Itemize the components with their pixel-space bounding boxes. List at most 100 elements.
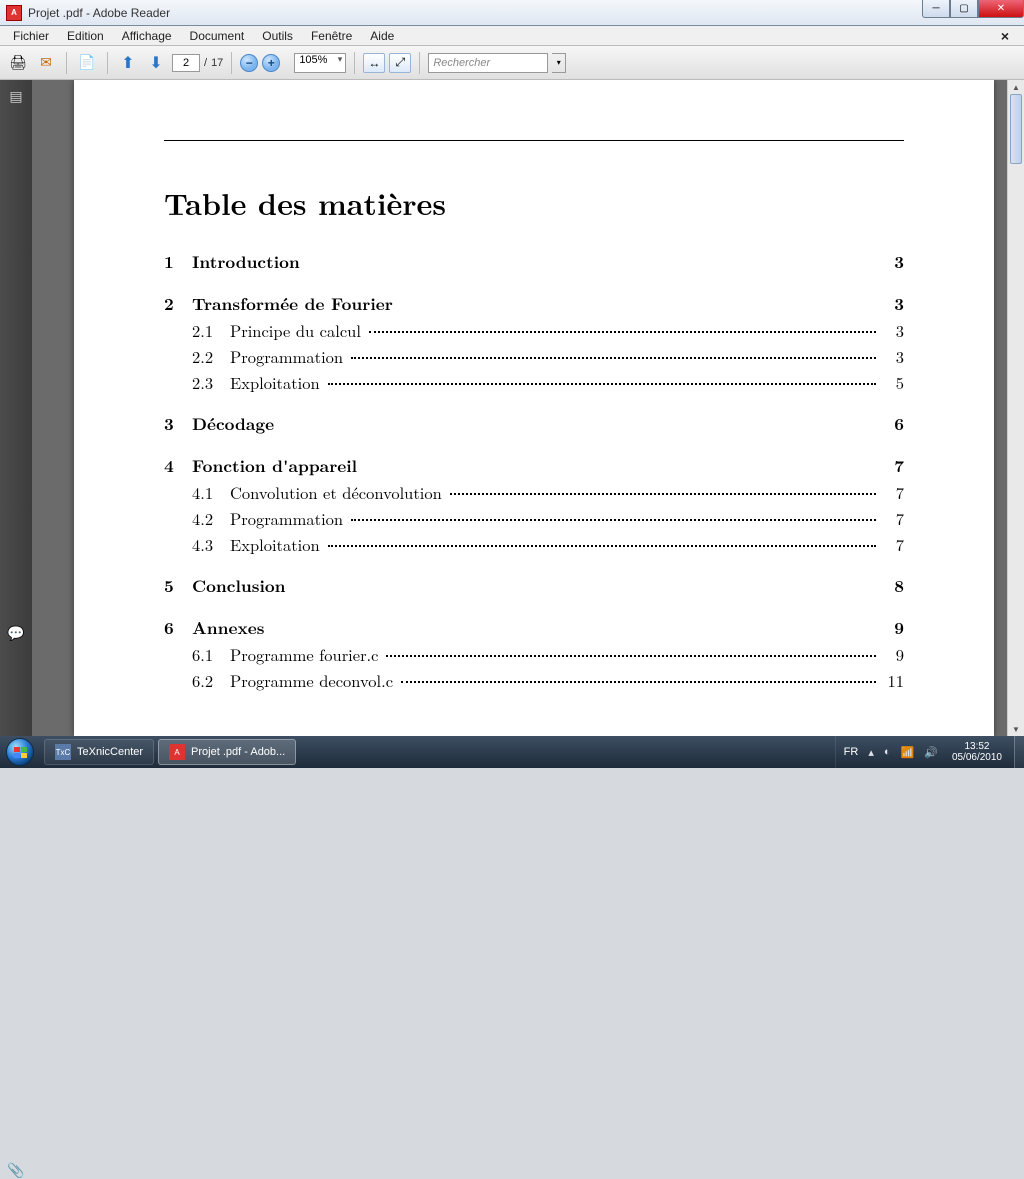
toc-leader-dots xyxy=(328,383,876,385)
vertical-scrollbar[interactable]: ▲ ▼ xyxy=(1007,80,1024,736)
toc-section[interactable]: 3Décodage6 xyxy=(164,412,904,436)
adobe-reader-icon: A xyxy=(169,744,185,760)
toc-leader-dots xyxy=(369,331,876,333)
toc-subsection[interactable]: 4.3Exploitation7 xyxy=(164,532,904,556)
toc-section[interactable]: 5Conclusion 8 xyxy=(164,574,904,598)
toolbar-separator xyxy=(66,52,67,74)
document-viewport[interactable]: Table des matières 1Introduction32Transf… xyxy=(32,80,1024,736)
taskbar-clock[interactable]: 13:52 05/06/2010 xyxy=(948,741,1006,763)
toc-subsection-number: 6.2 xyxy=(192,668,230,692)
system-tray: FR ▴ ◐ 📶 🔊 13:52 05/06/2010 xyxy=(835,736,1014,768)
page-total-label: 17 xyxy=(211,57,223,69)
toc-subsection[interactable]: 4.2Programmation7 xyxy=(164,506,904,530)
window-maximize-button[interactable]: ▢ xyxy=(950,0,978,18)
scroll-thumb[interactable] xyxy=(1010,94,1022,164)
toc-section-page: 3 xyxy=(894,250,904,274)
toc-subsection-label: Exploitation xyxy=(230,370,324,394)
scroll-up-button[interactable]: ▲ xyxy=(1008,80,1024,94)
print-button[interactable] xyxy=(6,51,30,75)
email-button[interactable] xyxy=(34,51,58,75)
window-minimize-button[interactable]: ─ xyxy=(922,0,950,18)
windows-taskbar: TxC TeXnicCenter A Projet .pdf - Adob...… xyxy=(0,736,1024,768)
search-dropdown-button[interactable]: ▾ xyxy=(552,53,566,73)
zoom-select[interactable]: 105% xyxy=(294,53,346,73)
toc-subsection[interactable]: 2.3Exploitation5 xyxy=(164,370,904,394)
task-adobe-reader[interactable]: A Projet .pdf - Adob... xyxy=(158,739,296,765)
toolbar-separator xyxy=(231,52,232,74)
zoom-in-button[interactable]: + xyxy=(262,54,280,72)
toc-subsection-page: 9 xyxy=(880,642,904,666)
open-button[interactable] xyxy=(75,51,99,75)
language-indicator[interactable]: FR xyxy=(844,746,859,758)
nav-pane: ▤ 💬 📎 xyxy=(0,80,32,736)
search-input[interactable]: Rechercher xyxy=(428,53,548,73)
toc-section-label: Fonction d'appareil xyxy=(192,454,357,478)
window-close-button[interactable]: ✕ xyxy=(978,0,1024,18)
toc-subsection[interactable]: 6.1Programme fourier.c9 xyxy=(164,642,904,666)
fit-width-icon xyxy=(368,56,380,70)
toc-section[interactable]: 1Introduction3 xyxy=(164,250,904,274)
toc-subsection-label: Programmation xyxy=(230,506,347,530)
toc-section-number: 6 xyxy=(164,616,192,640)
toc-subsection-page: 3 xyxy=(880,318,904,342)
toc-section-number: 5 xyxy=(164,574,192,598)
start-button[interactable] xyxy=(0,736,40,768)
toc-subsection[interactable]: 2.1Principe du calcul3 xyxy=(164,318,904,342)
toc-section-label: Annexes xyxy=(192,616,264,640)
menu-aide[interactable]: Aide xyxy=(361,27,403,45)
toc-section-page: 3 xyxy=(894,292,904,316)
menu-outils[interactable]: Outils xyxy=(253,27,302,45)
toc-leader-dots xyxy=(328,545,876,547)
toc-section[interactable]: 4Fonction d'appareil7 xyxy=(164,454,904,478)
page-separator-label: / xyxy=(204,57,207,69)
prev-page-button[interactable]: ⬆ xyxy=(116,51,140,75)
show-desktop-button[interactable] xyxy=(1014,736,1024,768)
toc-section-page: 8 xyxy=(894,574,904,598)
toolbar: ⬆ ⬇ / 17 − + 105% Rechercher ▾ xyxy=(0,46,1024,80)
toc-section-page: 7 xyxy=(894,454,904,478)
menu-bar: Fichier Edition Affichage Document Outil… xyxy=(0,26,1024,46)
toc-subsection-page: 11 xyxy=(880,668,904,692)
toc-subsection-label: Programme deconvol.c xyxy=(230,668,397,692)
window-title: Projet .pdf - Adobe Reader xyxy=(28,6,170,20)
toc-subsection[interactable]: 6.2Programme deconvol.c 11 xyxy=(164,668,904,692)
toc-section-label: Conclusion xyxy=(192,574,286,598)
toc-section-number: 2 xyxy=(164,292,192,316)
zoom-out-button[interactable]: − xyxy=(240,54,258,72)
windows-orb-icon xyxy=(6,738,34,766)
toc-subsection-label: Convolution et déconvolution xyxy=(230,480,446,504)
fit-width-button[interactable] xyxy=(363,53,385,73)
next-page-button[interactable]: ⬇ xyxy=(144,51,168,75)
page-icon xyxy=(78,54,95,71)
clock-time: 13:52 xyxy=(964,741,989,752)
comments-panel-button[interactable]: 💬 xyxy=(6,625,26,642)
fit-page-button[interactable] xyxy=(389,53,411,73)
toc-section[interactable]: 2Transformée de Fourier3 xyxy=(164,292,904,316)
toc-leader-dots xyxy=(386,655,876,657)
page-number-input[interactable] xyxy=(172,54,200,72)
toc-subsection[interactable]: 4.1Convolution et déconvolution7 xyxy=(164,480,904,504)
scroll-down-button[interactable]: ▼ xyxy=(1008,722,1024,736)
toc-subsection-label: Programme fourier.c xyxy=(230,642,382,666)
toc-subsection-page: 3 xyxy=(880,344,904,368)
task-label: Projet .pdf - Adob... xyxy=(191,746,285,758)
tray-network-icon[interactable]: 📶 xyxy=(901,746,915,759)
tray-chevron-icon[interactable]: ▴ xyxy=(868,746,874,759)
menu-fenetre[interactable]: Fenêtre xyxy=(302,27,361,45)
print-icon xyxy=(9,54,27,71)
window-titlebar: A Projet .pdf - Adobe Reader ─ ▢ ✕ xyxy=(0,0,1024,26)
document-close-button[interactable]: × xyxy=(992,26,1018,46)
task-texniccenter[interactable]: TxC TeXnicCenter xyxy=(44,739,154,765)
mail-icon xyxy=(40,54,52,71)
tray-sync-icon[interactable]: ◐ xyxy=(884,746,891,758)
toc-section[interactable]: 6Annexes9 xyxy=(164,616,904,640)
attachments-panel-button[interactable]: 📎 xyxy=(6,1162,26,1179)
toc-subsection[interactable]: 2.2Programmation3 xyxy=(164,344,904,368)
menu-document[interactable]: Document xyxy=(181,27,254,45)
tray-volume-icon[interactable]: 🔊 xyxy=(924,746,938,759)
menu-fichier[interactable]: Fichier xyxy=(4,27,58,45)
pages-panel-button[interactable]: ▤ xyxy=(6,88,26,105)
menu-affichage[interactable]: Affichage xyxy=(113,27,181,45)
toc-subsection-page: 5 xyxy=(880,370,904,394)
menu-edition[interactable]: Edition xyxy=(58,27,113,45)
